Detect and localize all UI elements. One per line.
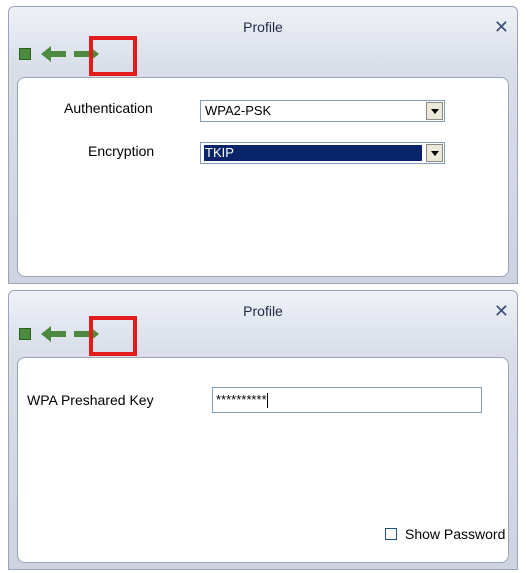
forward-button-highlight (89, 36, 137, 76)
text-caret (266, 393, 268, 409)
stop-icon[interactable] (19, 328, 31, 340)
encryption-label: Encryption (88, 143, 155, 159)
stop-icon[interactable] (19, 48, 31, 60)
close-icon[interactable]: ✕ (494, 17, 509, 38)
content-area: WPA Preshared Key ********** Show Passwo… (17, 357, 509, 563)
chevron-down-icon[interactable] (426, 144, 443, 162)
authentication-select[interactable]: WPA2-PSK (200, 100, 445, 122)
profile-window-1: Profile ✕ Authentication WPA2-PSK Encryp… (8, 6, 518, 284)
back-arrow-icon[interactable] (39, 43, 69, 65)
forward-button-highlight (89, 316, 137, 356)
back-arrow-icon[interactable] (39, 323, 69, 345)
wpa-key-value: ********** (216, 392, 267, 407)
profile-window-2: Profile ✕ WPA Preshared Key ********** S… (8, 290, 518, 570)
content-area: Authentication WPA2-PSK Encryption TKIP (17, 77, 509, 277)
authentication-value: WPA2-PSK (205, 103, 272, 118)
chevron-down-icon[interactable] (426, 102, 443, 120)
window-title: Profile (243, 19, 283, 35)
authentication-label: Authentication (64, 100, 153, 116)
toolbar (17, 316, 137, 356)
encryption-value: TKIP (204, 145, 422, 161)
show-password-label: Show Password (405, 526, 506, 542)
show-password-control[interactable]: Show Password (385, 526, 505, 542)
toolbar (17, 36, 137, 76)
close-icon[interactable]: ✕ (494, 301, 509, 322)
wpa-key-label: WPA Preshared Key (27, 392, 154, 408)
encryption-select[interactable]: TKIP (200, 142, 445, 164)
show-password-checkbox[interactable] (385, 528, 397, 540)
wpa-key-input[interactable]: ********** (212, 387, 482, 413)
